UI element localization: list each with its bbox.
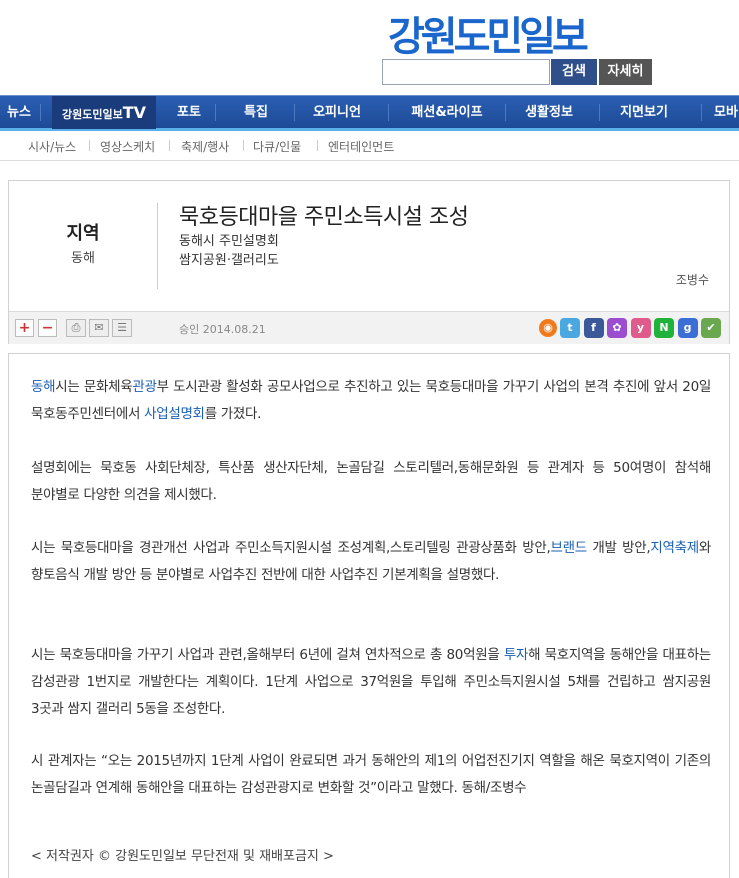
article-subtitle: 쌈지공원·갤러리도 (179, 253, 279, 268)
search-input[interactable] (382, 59, 550, 85)
nav-item-news[interactable]: 뉴스 (0, 96, 38, 129)
subnav-item-news[interactable]: 시사/뉴스 (28, 138, 76, 155)
article-paragraph: 동해시는 문화체육관광부 도시관광 활성화 공모사업으로 추진하고 있는 묵호등… (31, 374, 711, 428)
font-increase-button[interactable]: + (15, 319, 34, 337)
article-body: 동해시는 문화체육관광부 도시관광 활성화 공모사업으로 추진하고 있는 묵호등… (8, 353, 730, 878)
naver-icon[interactable]: N (654, 318, 674, 338)
nav-divider (40, 104, 41, 121)
article-paragraph: 시는 묵호등대마을 경관개선 사업과 주민소득지원시설 조성계획,스토리텔링 관… (31, 535, 711, 589)
detail-search-button[interactable]: 자세히 (599, 59, 652, 85)
google-icon[interactable]: g (677, 318, 698, 338)
nav-item-tv-label: 강원도민일보 (61, 108, 123, 121)
subnav-item-entertainment[interactable]: 엔터테인먼트 (328, 138, 394, 155)
facebook-icon[interactable]: f (583, 318, 604, 338)
article-paragraph: 설명회에는 묵호동 사회단체장, 특산품 생산자단체, 논골담길 스토리텔러,동… (31, 455, 711, 509)
nav-item-tv[interactable]: 강원도민일보TV (52, 96, 156, 129)
article-header: 지역 동해 묵호등대마을 주민소득시설 조성 동해시 주민설명회 쌈지공원·갤러… (8, 180, 730, 344)
paragraph-text: 개발 방안, (586, 540, 651, 556)
keyword-link[interactable]: 관광 (132, 379, 157, 395)
main-nav: 뉴스 강원도민일보TV 포토 특집 오피니언 패션&라이프 생활정보 지면보기 … (0, 95, 739, 131)
keyword-link[interactable]: 사업설명회 (144, 406, 205, 422)
nav-item-tv-suffix: TV (122, 103, 147, 122)
nav-item-opinion[interactable]: 오피니언 (300, 96, 374, 129)
keyword-link[interactable]: 브랜드 (550, 540, 587, 556)
keyword-link[interactable]: 동해 (31, 379, 56, 395)
email-icon[interactable]: ✉ (89, 319, 109, 337)
paragraph-text: 설명회에는 묵호동 사회단체장, 특산품 생산자단체, 논골담길 스토리텔러,동… (31, 460, 711, 503)
search-button[interactable]: 검색 (551, 59, 597, 85)
subnav-divider (243, 140, 244, 151)
article-subtitle: 동해시 주민설명회 (179, 234, 279, 249)
article-paragraph: 시는 묵호등대마을 가꾸기 사업과 관련,올해부터 6년에 걸쳐 연차적으로 총… (31, 642, 711, 723)
nav-item-fashion-life[interactable]: 패션&라이프 (398, 96, 496, 129)
subnav-divider (317, 140, 318, 151)
paragraph-text: 시는 묵호등대마을 경관개선 사업과 주민소득지원시설 조성계획,스토리텔링 관… (31, 540, 551, 556)
subnav-item-festival[interactable]: 축제/행사 (181, 138, 229, 155)
article-toolbar: + − ⎙ ✉ ☰ 승인 2014.08.21 ◉ t f ✿ y Ng ✔ (9, 311, 729, 344)
nav-divider (505, 104, 506, 121)
nav-item-paper-view[interactable]: 지면보기 (608, 96, 680, 129)
scrap-icon[interactable]: ☰ (112, 319, 132, 337)
nav-divider (215, 104, 216, 121)
article-title: 묵호등대마을 주민소득시설 조성 (179, 205, 469, 230)
article-paragraph: 시 관계자는 “오는 2015년까지 1단계 사업이 완료되면 과거 동해안의 … (31, 748, 711, 802)
article-subcategory[interactable]: 동해 (9, 247, 157, 266)
approved-date: 승인 2014.08.21 (179, 323, 266, 336)
paragraph-text: 시 관계자는 “오는 2015년까지 1단계 사업이 완료되면 과거 동해안의 … (31, 753, 711, 796)
font-decrease-button[interactable]: − (38, 319, 57, 337)
nav-divider (294, 104, 295, 121)
rss-icon[interactable]: ◉ (539, 319, 557, 337)
nav-item-living-info[interactable]: 생활정보 (514, 96, 584, 129)
subnav-item-video-sketch[interactable]: 영상스케치 (100, 138, 155, 155)
subnav-item-documentary[interactable]: 다큐/인물 (253, 138, 301, 155)
article-category: 지역 (66, 223, 100, 244)
paragraph-text: 를 가졌다. (204, 406, 262, 422)
nav-item-special[interactable]: 특집 (222, 96, 290, 129)
yozm-icon[interactable]: y (630, 318, 651, 338)
nav-divider (388, 104, 389, 121)
paragraph-text: 시는 문화체육 (55, 379, 133, 395)
nav-item-photo[interactable]: 포토 (163, 96, 215, 129)
nav-divider (701, 104, 702, 121)
article-reporter: 조병수 (675, 273, 709, 287)
print-icon[interactable]: ⎙ (66, 319, 86, 337)
keyword-link[interactable]: 투자 (504, 647, 529, 663)
header-divider (157, 203, 158, 289)
site-logo[interactable]: 강원도민일보 (388, 4, 589, 62)
copyright-notice: < 저작권자 © 강원도민일보 무단전재 및 재배포금지 > (31, 849, 334, 864)
keyword-link[interactable]: 지역축제 (650, 540, 699, 556)
delicious-icon[interactable]: ✔ (701, 318, 721, 338)
sub-nav: 시사/뉴스 영상스케치 축제/행사 다큐/인물 엔터테인먼트 (0, 131, 739, 161)
twitter-icon[interactable]: t (560, 318, 580, 338)
subnav-divider (169, 140, 170, 151)
nav-divider (599, 104, 600, 121)
paragraph-text: 시는 묵호등대마을 가꾸기 사업과 관련,올해부터 6년에 걸쳐 연차적으로 총… (31, 647, 504, 663)
me2day-icon[interactable]: ✿ (607, 318, 627, 338)
nav-item-mobile[interactable]: 모바 (710, 96, 739, 129)
subnav-divider (89, 140, 90, 151)
